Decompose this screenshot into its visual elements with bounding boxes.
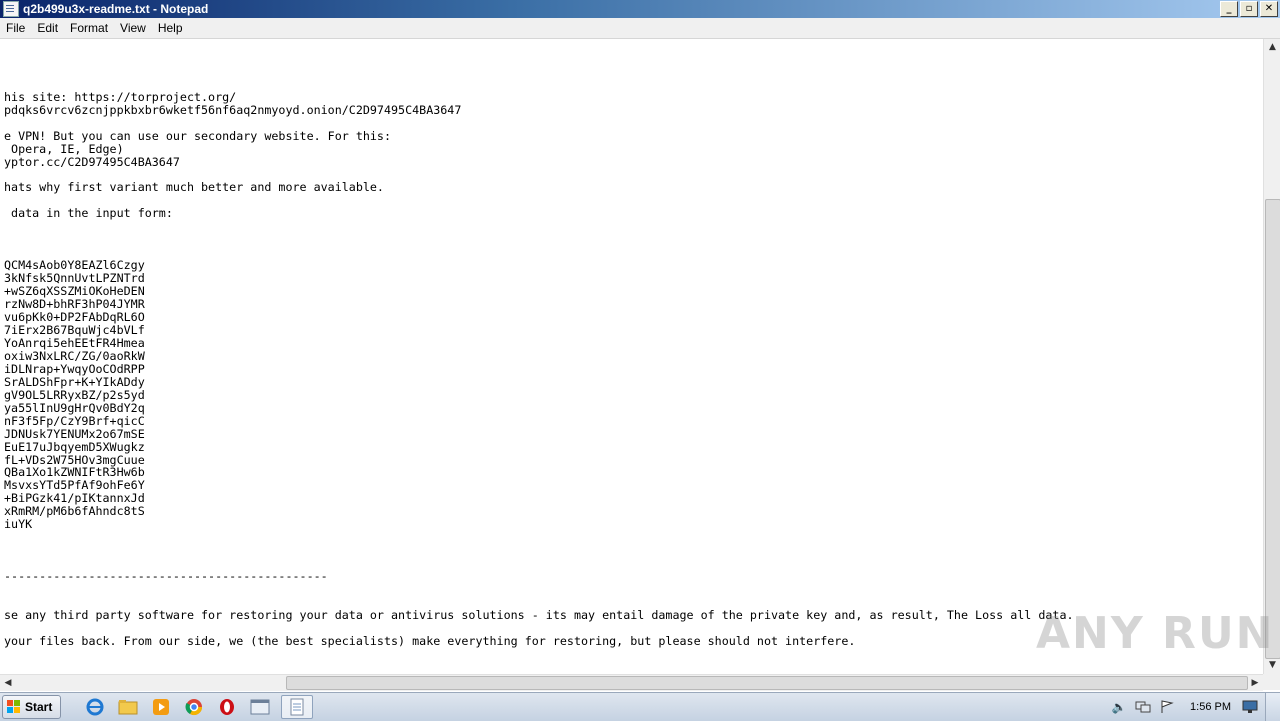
start-label: Start bbox=[25, 700, 53, 714]
document-text[interactable]: his site: https://torproject.org/ pdqks6… bbox=[0, 39, 1263, 648]
internet-explorer-icon[interactable] bbox=[83, 696, 107, 718]
menu-edit[interactable]: Edit bbox=[31, 21, 64, 35]
anyrun-watermark: ANY RUN bbox=[1036, 608, 1275, 659]
media-player-icon[interactable] bbox=[149, 696, 173, 718]
menu-bar: File Edit Format View Help bbox=[0, 18, 1280, 39]
menu-view[interactable]: View bbox=[114, 21, 152, 35]
horizontal-scroll-thumb[interactable] bbox=[286, 676, 1248, 690]
chrome-icon[interactable] bbox=[182, 696, 206, 718]
notepad-taskbar-icon[interactable] bbox=[281, 695, 314, 719]
flag-icon[interactable] bbox=[1158, 699, 1176, 715]
windows-logo-icon bbox=[7, 700, 21, 714]
system-tray: 🔈 1:56 PM bbox=[1110, 693, 1280, 721]
title-bar: q2b499u3x-readme.txt - Notepad _ ▫ ✕ bbox=[0, 0, 1280, 18]
scroll-left-arrow-icon[interactable]: ◀ bbox=[0, 675, 16, 691]
taskbar: Start 🔈 1:56 PM bbox=[0, 692, 1280, 721]
maximize-button[interactable]: ▫ bbox=[1240, 1, 1258, 17]
opera-icon[interactable] bbox=[215, 696, 239, 718]
text-editor[interactable]: his site: https://torproject.org/ pdqks6… bbox=[0, 39, 1263, 674]
scroll-right-arrow-icon[interactable]: ▶ bbox=[1247, 675, 1263, 691]
minimize-button[interactable]: _ bbox=[1220, 1, 1238, 17]
start-button[interactable]: Start bbox=[2, 695, 62, 719]
explorer-folder-icon[interactable] bbox=[116, 696, 140, 718]
speaker-icon[interactable]: 🔈 bbox=[1110, 699, 1128, 715]
scroll-up-arrow-icon[interactable]: ▲ bbox=[1264, 39, 1280, 56]
menu-format[interactable]: Format bbox=[64, 21, 114, 35]
scrollbar-corner bbox=[1263, 674, 1280, 690]
show-desktop-button[interactable] bbox=[1265, 693, 1280, 721]
monitor-icon[interactable] bbox=[1241, 699, 1259, 715]
close-button[interactable]: ✕ bbox=[1260, 1, 1278, 17]
notepad-icon bbox=[3, 1, 19, 17]
network-icon[interactable] bbox=[1134, 699, 1152, 715]
window-icon[interactable] bbox=[248, 696, 272, 718]
horizontal-scrollbar[interactable]: ◀ ▶ bbox=[0, 674, 1263, 691]
clock[interactable]: 1:56 PM bbox=[1190, 701, 1231, 713]
vertical-scroll-thumb[interactable] bbox=[1265, 199, 1280, 659]
menu-file[interactable]: File bbox=[0, 21, 31, 35]
window-title: q2b499u3x-readme.txt - Notepad bbox=[23, 2, 209, 16]
menu-help[interactable]: Help bbox=[152, 21, 189, 35]
vertical-scrollbar[interactable]: ▲ ▼ bbox=[1263, 39, 1280, 674]
window-controls: _ ▫ ✕ bbox=[1220, 1, 1278, 17]
scroll-down-arrow-icon[interactable]: ▼ bbox=[1264, 657, 1280, 674]
